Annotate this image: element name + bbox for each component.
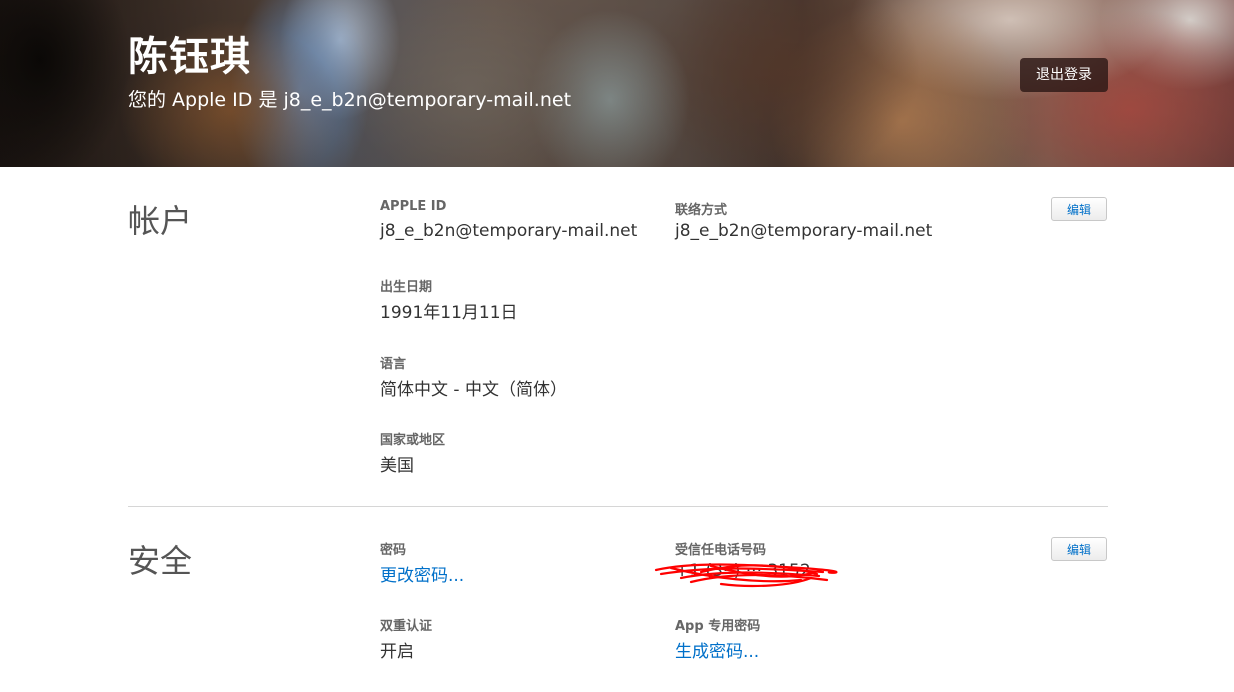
redaction-scribble bbox=[654, 563, 838, 588]
two-factor-label: 双重认证 bbox=[380, 619, 433, 634]
section-divider bbox=[128, 506, 1108, 507]
security-section-title: 安全 bbox=[128, 542, 193, 580]
trusted-phone-value: +1 (3··) ··· 3152 bbox=[654, 560, 838, 588]
apple-id-subtitle: 您的 Apple ID 是 j8_e_b2n@temporary-mail.ne… bbox=[128, 89, 572, 111]
region-value: 美国 bbox=[380, 456, 414, 476]
apple-id-value: j8_e_b2n@temporary-mail.net bbox=[380, 221, 638, 241]
trusted-phone-label: 受信任电话号码 bbox=[675, 543, 767, 558]
password-label: 密码 bbox=[380, 543, 407, 558]
birthday-label: 出生日期 bbox=[380, 280, 433, 295]
generate-password-link[interactable]: 生成密码... bbox=[675, 637, 759, 662]
two-factor-value: 开启 bbox=[380, 642, 414, 662]
profile-header: 陈钰琪 您的 Apple ID 是 j8_e_b2n@temporary-mai… bbox=[0, 0, 1234, 167]
contact-value: j8_e_b2n@temporary-mail.net bbox=[675, 221, 933, 241]
birthday-value: 1991年11月11日 bbox=[380, 303, 518, 323]
app-password-label: App 专用密码 bbox=[675, 619, 761, 634]
sign-out-button[interactable]: 退出登录 bbox=[1020, 58, 1108, 92]
account-section-title: 帐户 bbox=[128, 202, 193, 240]
user-name: 陈钰琪 bbox=[128, 34, 251, 80]
security-edit-button[interactable]: 编辑 bbox=[1051, 537, 1107, 561]
region-label: 国家或地区 bbox=[380, 433, 446, 448]
apple-id-label: APPLE ID bbox=[380, 199, 447, 214]
account-edit-button[interactable]: 编辑 bbox=[1051, 197, 1107, 221]
language-label: 语言 bbox=[380, 357, 407, 372]
change-password-link[interactable]: 更改密码... bbox=[380, 561, 464, 586]
contact-label: 联络方式 bbox=[675, 203, 728, 218]
language-value: 简体中文 - 中文（简体） bbox=[380, 380, 567, 400]
